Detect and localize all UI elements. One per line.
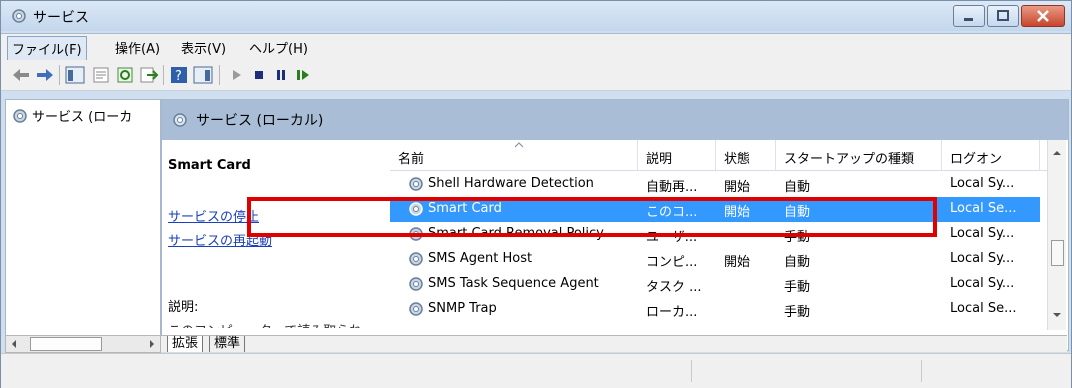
table-row[interactable]: SMS Agent Host コンピ... 開始 自動 Local Sy... xyxy=(390,247,1040,272)
pane-title: サービス (ローカル) xyxy=(196,113,324,129)
navigation-tree: サービス (ローカ xyxy=(5,99,161,349)
column-header-name[interactable]: 名前 xyxy=(390,140,638,170)
services-icon xyxy=(13,108,27,123)
help-icon[interactable]: ? xyxy=(169,66,189,84)
pane-header: サービス (ローカル) xyxy=(162,100,1068,140)
highlight-annotation xyxy=(247,197,937,237)
maximize-icon xyxy=(997,10,1009,21)
service-description: ローカ... xyxy=(646,305,698,320)
forward-icon[interactable] xyxy=(35,66,55,84)
tree-item-label: サービス (ローカ xyxy=(32,110,133,125)
service-logon: Local Se... xyxy=(950,201,1017,216)
maximize-button[interactable] xyxy=(987,5,1019,27)
description-label: 説明: xyxy=(168,300,199,315)
selected-service-name: Smart Card xyxy=(168,158,251,173)
service-description: タスク ... xyxy=(646,280,702,295)
properties-icon[interactable] xyxy=(91,66,111,84)
close-button[interactable] xyxy=(1021,5,1065,27)
show-action-pane-icon[interactable] xyxy=(193,66,213,84)
toolbar: ? xyxy=(1,60,1071,91)
service-name: SNMP Trap xyxy=(428,301,497,316)
scrollbar-thumb[interactable] xyxy=(1051,240,1064,266)
column-header-status[interactable]: 状態 xyxy=(716,140,776,170)
service-startup-type: 自動 xyxy=(784,180,811,195)
column-header-startup-type[interactable]: スタートアップの種類 xyxy=(776,140,942,170)
service-logon: Local Sy... xyxy=(950,251,1015,266)
menu-bar: ファイル(F) 操作(A) 表示(V) ヘルプ(H) xyxy=(1,33,1071,61)
service-startup-type: 自動 xyxy=(784,255,811,270)
scroll-up-icon xyxy=(1053,151,1061,155)
service-logon: Local Sy... xyxy=(950,176,1015,191)
service-status: 開始 xyxy=(724,255,751,270)
gear-icon xyxy=(409,252,423,266)
description-text: このコンピューターで読み取られ xyxy=(168,320,362,328)
column-header-description[interactable]: 説明 xyxy=(638,140,716,170)
service-startup-type: 手動 xyxy=(784,280,811,295)
menu-help[interactable]: ヘルプ(H) xyxy=(245,38,312,57)
pause-service-icon[interactable] xyxy=(271,66,291,84)
show-hide-tree-icon[interactable] xyxy=(65,66,85,84)
scrollbar-thumb[interactable] xyxy=(30,337,102,351)
close-icon xyxy=(1037,10,1049,22)
title-bar[interactable]: サービス xyxy=(1,1,1071,31)
services-icon xyxy=(12,9,26,23)
service-startup-type: 手動 xyxy=(784,305,811,320)
resume-service-icon[interactable] xyxy=(293,66,313,84)
menu-view[interactable]: 表示(V) xyxy=(177,38,230,57)
column-header-logon[interactable]: ログオン xyxy=(942,140,1040,170)
service-logon: Local Sy... xyxy=(950,276,1015,291)
services-icon xyxy=(173,113,187,127)
menu-file[interactable]: ファイル(F) xyxy=(7,36,87,61)
back-icon[interactable] xyxy=(11,66,31,84)
minimize-button[interactable] xyxy=(953,5,985,27)
sort-ascending-icon xyxy=(514,142,524,148)
service-logon: Local Se... xyxy=(950,301,1017,316)
table-row[interactable]: Shell Hardware Detection 自動再... 開始 自動 Lo… xyxy=(390,172,1040,197)
svg-text:?: ? xyxy=(175,69,182,84)
menu-action[interactable]: 操作(A) xyxy=(111,38,164,57)
table-row[interactable]: SMS Task Sequence Agent タスク ... 手動 Local… xyxy=(390,272,1040,297)
stop-service-link[interactable]: サービスの停止 xyxy=(168,206,259,225)
view-tabs: 拡張 標準 xyxy=(161,335,1067,352)
service-name: SMS Agent Host xyxy=(428,251,533,266)
scroll-right-icon xyxy=(150,340,154,348)
service-description: 自動再... xyxy=(646,180,698,195)
service-status: 開始 xyxy=(724,180,751,195)
tab-extended[interactable]: 拡張 xyxy=(167,336,204,352)
stop-service-icon[interactable] xyxy=(249,66,269,84)
scroll-left-icon xyxy=(12,340,16,348)
export-icon[interactable] xyxy=(139,66,159,84)
tree-horizontal-scrollbar[interactable] xyxy=(5,335,161,353)
gear-icon xyxy=(409,277,423,291)
gear-icon xyxy=(409,177,423,191)
service-logon: Local Sy... xyxy=(950,226,1015,241)
table-row[interactable]: SNMP Trap ローカ... 手動 Local Se... xyxy=(390,297,1040,322)
refresh-icon[interactable] xyxy=(115,66,135,84)
tab-standard[interactable]: 標準 xyxy=(209,336,246,352)
window-title: サービス xyxy=(33,10,89,26)
services-vertical-scrollbar[interactable] xyxy=(1047,140,1066,330)
scroll-down-icon xyxy=(1053,313,1061,317)
services-window: サービス ファイル(F) 操作(A) 表示(V) ヘルプ(H) ? サービス (… xyxy=(0,0,1072,388)
status-bar xyxy=(1,353,1071,388)
tree-item-services-local[interactable]: サービス (ローカ xyxy=(12,106,132,125)
minimize-icon xyxy=(964,18,973,21)
service-name: SMS Task Sequence Agent xyxy=(428,276,599,291)
service-description: コンピ... xyxy=(646,255,698,270)
service-name: Shell Hardware Detection xyxy=(428,176,594,191)
gear-icon xyxy=(409,302,423,316)
start-service-icon[interactable] xyxy=(227,66,247,84)
